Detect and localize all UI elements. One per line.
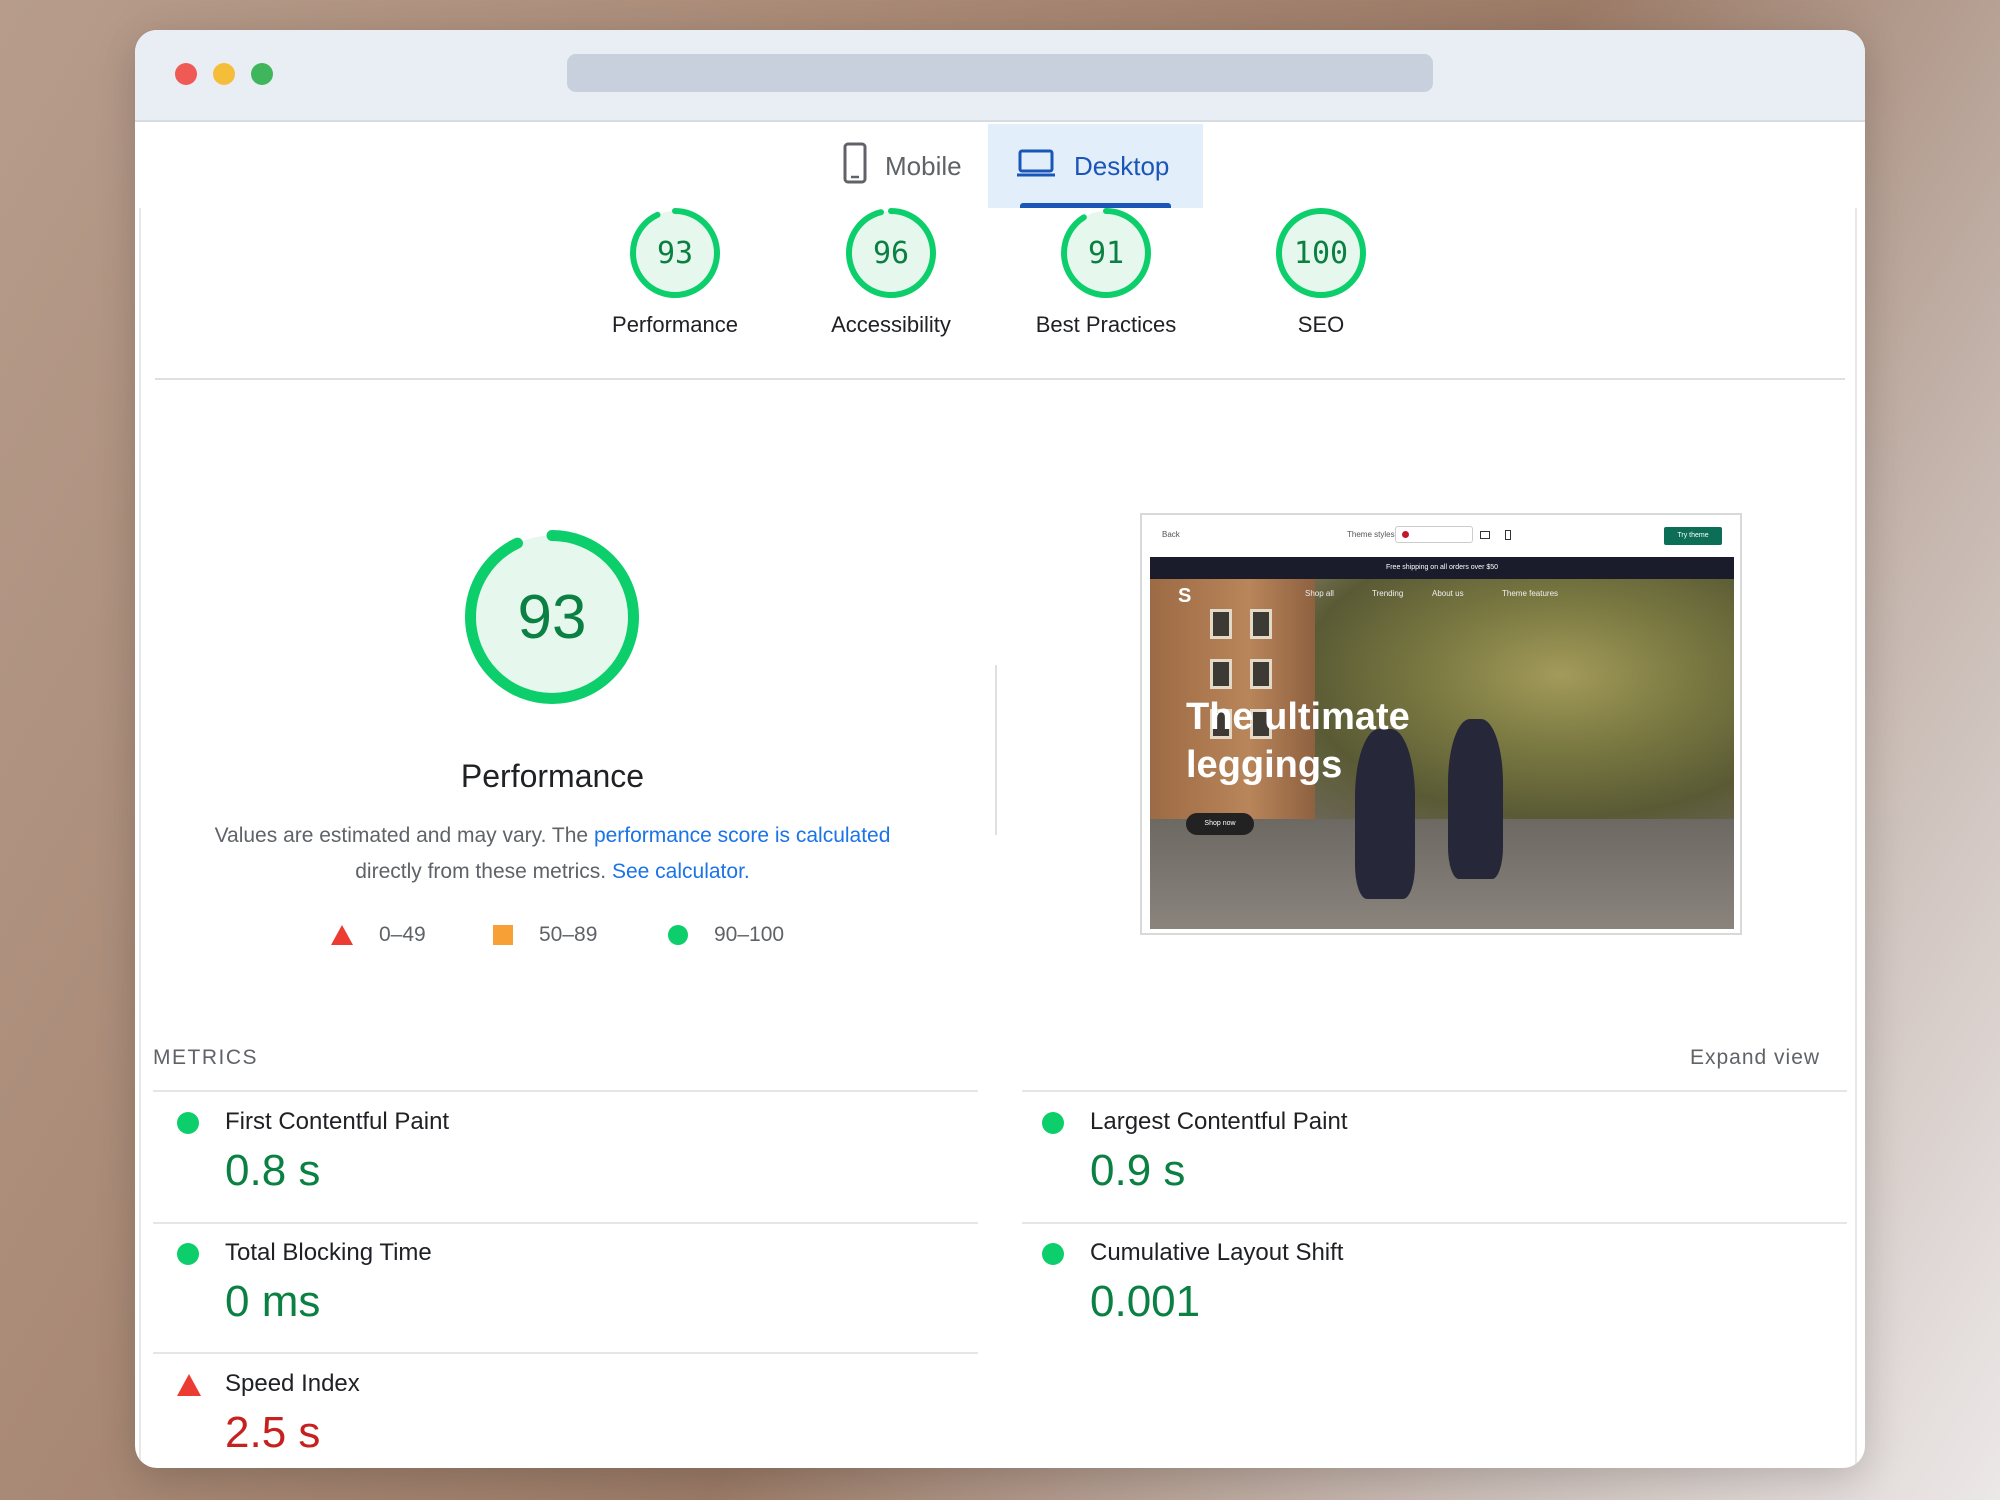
- performance-score: 93: [656, 235, 694, 271]
- category-label: SEO: [1297, 312, 1345, 337]
- legend-pass: 90–100: [668, 923, 784, 947]
- legend-average-label: 50–89: [539, 923, 598, 946]
- headline-line-1: The ultimate: [1186, 696, 1410, 738]
- category-label: Best Practices: [1035, 312, 1177, 337]
- thumbnail-back-link: Back: [1162, 530, 1180, 539]
- thumbnail-shop-button: Shop now: [1186, 813, 1254, 835]
- seo-score: 100: [1293, 235, 1349, 271]
- nav-item: Trending: [1372, 589, 1404, 598]
- pass-circle-icon: [668, 925, 688, 945]
- metric-divider: [153, 1090, 978, 1092]
- metric-value: 0 ms: [225, 1277, 321, 1326]
- headline-line-2: leggings: [1186, 744, 1343, 786]
- metric-total-blocking-time: Total Blocking Time 0 ms: [153, 1231, 753, 1361]
- performance-big-score: 93: [517, 582, 587, 652]
- performance-title: Performance: [460, 758, 645, 794]
- nav-item: Theme features: [1502, 589, 1559, 598]
- browser-window: Mobile Desktop 93 Performance 96 Accessi…: [135, 30, 1865, 1468]
- smartphone-icon: [843, 142, 867, 191]
- best-practices-score: 91: [1087, 235, 1125, 271]
- metrics-heading: METRICS: [153, 1046, 258, 1069]
- thumbnail-try-button: Try theme: [1664, 527, 1722, 545]
- panel-border-left: [139, 208, 141, 1468]
- category-seo[interactable]: 100 SEO: [1221, 208, 1421, 338]
- category-label: Accessibility: [831, 312, 951, 337]
- fail-triangle-icon: [177, 1374, 201, 1396]
- final-screenshot-thumbnail[interactable]: Back Theme styles Try theme Free shippin…: [1140, 513, 1742, 935]
- average-square-icon: [493, 925, 513, 945]
- category-best-practices[interactable]: 91 Best Practices: [1006, 208, 1206, 338]
- metric-value: 0.8 s: [225, 1146, 321, 1195]
- metric-name: Speed Index: [225, 1370, 360, 1397]
- metric-name: Largest Contentful Paint: [1090, 1108, 1348, 1135]
- vertical-divider: [995, 665, 997, 835]
- close-window-button[interactable]: [175, 63, 197, 85]
- nav-item: About us: [1432, 589, 1464, 598]
- performance-score-link[interactable]: performance score is calculated: [594, 824, 890, 847]
- legend-average: 50–89: [493, 923, 597, 947]
- category-performance[interactable]: 93 Performance: [575, 208, 775, 338]
- legend-fail-label: 0–49: [379, 923, 426, 946]
- maximize-window-button[interactable]: [251, 63, 273, 85]
- panel-border-right: [1855, 208, 1857, 1468]
- metric-first-contentful-paint: First Contentful Paint 0.8 s: [153, 1100, 753, 1230]
- minimize-window-button[interactable]: [213, 63, 235, 85]
- thumbnail-headline: The ultimate leggings: [1186, 693, 1410, 789]
- thumbnail-style-select: [1395, 526, 1473, 543]
- tab-mobile-label: Mobile: [885, 150, 962, 181]
- mobile-icon: [1505, 530, 1511, 540]
- address-bar[interactable]: [567, 54, 1433, 92]
- performance-description: Values are estimated and may vary. The p…: [195, 818, 910, 890]
- metric-name: Total Blocking Time: [225, 1239, 432, 1266]
- thumbnail-hero-image: S Shop all Trending About us Theme featu…: [1150, 579, 1734, 929]
- category-label: Performance: [612, 312, 738, 337]
- accessibility-score: 96: [872, 235, 910, 271]
- description-text: Values are estimated and may vary. The: [214, 824, 594, 847]
- pass-circle-icon: [1042, 1243, 1064, 1265]
- metric-value: 2.5 s: [225, 1408, 321, 1457]
- fail-triangle-icon: [331, 925, 353, 945]
- section-divider: [155, 378, 1845, 380]
- metric-name: First Contentful Paint: [225, 1108, 450, 1135]
- metric-name: Cumulative Layout Shift: [1090, 1239, 1344, 1266]
- runner-shape: [1448, 719, 1503, 879]
- see-calculator-link[interactable]: See calculator.: [612, 860, 750, 883]
- metric-value: 0.001: [1090, 1277, 1201, 1326]
- metric-cumulative-layout-shift: Cumulative Layout Shift 0.001: [1018, 1231, 1618, 1361]
- laptop-icon: [1016, 148, 1056, 185]
- description-text-2: directly from these metrics.: [355, 860, 612, 883]
- tab-mobile[interactable]: Mobile: [815, 124, 1005, 208]
- legend-pass-label: 90–100: [714, 923, 785, 946]
- tab-desktop-label: Desktop: [1074, 150, 1170, 181]
- pass-circle-icon: [177, 1243, 199, 1265]
- expand-view-button[interactable]: Expand view: [1690, 1046, 1820, 1070]
- category-accessibility[interactable]: 96 Accessibility: [791, 208, 991, 338]
- store-logo: S: [1178, 585, 1192, 607]
- legend-fail: 0–49: [331, 923, 426, 947]
- title-bar: [135, 30, 1865, 122]
- thumbnail-theme-styles: Theme styles: [1347, 530, 1395, 539]
- thumbnail-toolbar: Back Theme styles Try theme: [1142, 515, 1740, 555]
- desktop-icon: [1480, 531, 1490, 539]
- thumbnail-banner: Free shipping on all orders over $50: [1150, 557, 1734, 579]
- metric-value: 0.9 s: [1090, 1146, 1186, 1195]
- metric-speed-index: Speed Index 2.5 s: [153, 1362, 753, 1468]
- nav-item: Shop all: [1305, 589, 1334, 598]
- metric-largest-contentful-paint: Largest Contentful Paint 0.9 s: [1018, 1100, 1618, 1230]
- street-shape: [1150, 819, 1734, 929]
- pass-circle-icon: [177, 1112, 199, 1134]
- pass-circle-icon: [1042, 1112, 1064, 1134]
- metric-divider: [1022, 1090, 1847, 1092]
- tab-desktop[interactable]: Desktop: [988, 124, 1203, 208]
